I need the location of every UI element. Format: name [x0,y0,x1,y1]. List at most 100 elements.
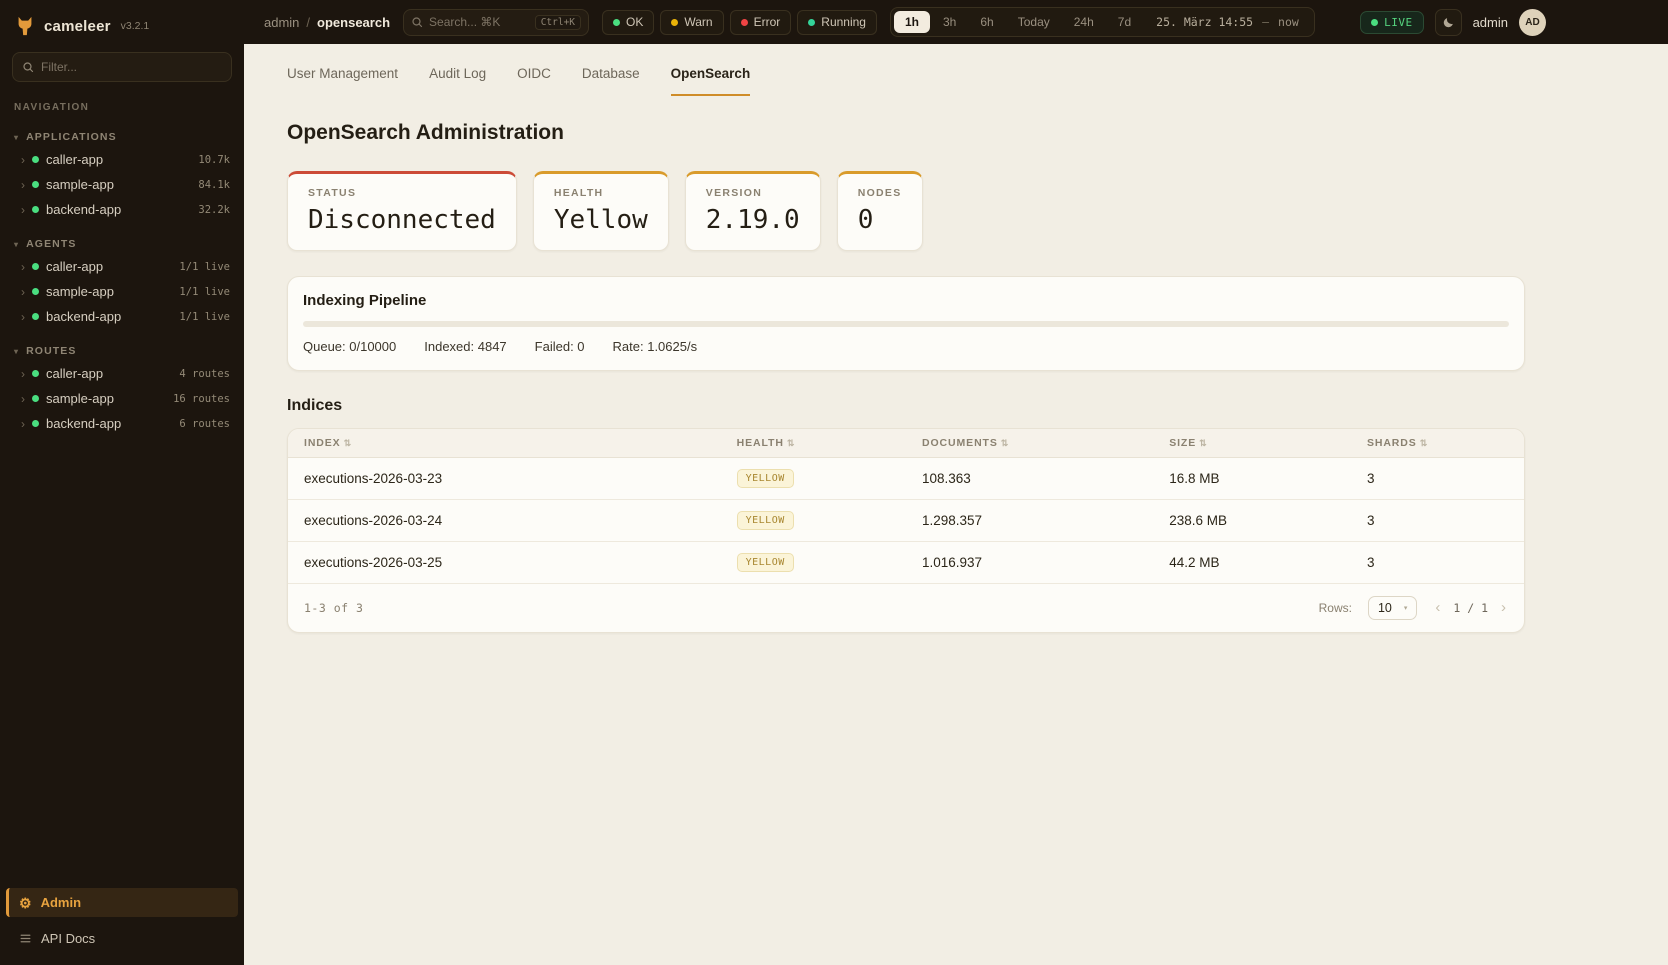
column-header-documents[interactable]: DOCUMENTS⇅ [906,429,1153,458]
item-label: backend-app [46,202,191,217]
gear-icon: ⚙ [19,896,32,910]
item-badge: 16 routes [173,393,230,405]
status-filter-error[interactable]: Error [730,10,792,35]
caret-down-icon: ▾ [14,347,19,356]
live-dot-icon [1371,19,1378,26]
app-version: v3.2.1 [121,20,150,32]
cell-size: 16.8 MB [1153,457,1351,499]
stat-value: Disconnected [308,206,496,235]
time-range-1h[interactable]: 1h [894,11,930,33]
group-header-agents[interactable]: ▾ AGENTS [0,234,244,254]
dark-mode-toggle[interactable] [1435,9,1462,36]
cell-shards: 3 [1351,457,1524,499]
status-filter-group: OK Warn Error Running [602,10,877,35]
breadcrumb-parent[interactable]: admin [264,15,299,30]
prev-page-button[interactable]: ‹ [1433,600,1442,615]
time-range-today[interactable]: Today [1007,11,1061,33]
tab-opensearch[interactable]: OpenSearch [671,66,751,96]
brand-name: cameleer [44,18,111,35]
column-header-shards[interactable]: SHARDS⇅ [1351,429,1524,458]
rows-per-page-select[interactable]: 10 ▾ [1368,596,1417,620]
health-badge: YELLOW [737,469,794,488]
chevron-right-icon: › [21,311,25,323]
table-footer: 1-3 of 3 Rows: 10 ▾ ‹ 1 / 1 › [288,583,1524,632]
time-end: now [1278,15,1299,29]
stat-cards: STATUS Disconnected HEALTH Yellow VERSIO… [287,171,1525,251]
avatar[interactable]: AD [1519,9,1546,36]
sidebar-item-admin[interactable]: ⚙ Admin [6,888,238,917]
live-toggle[interactable]: LIVE [1360,11,1424,34]
filter-input[interactable] [41,60,222,74]
admin-label: Admin [41,895,81,910]
time-range-display[interactable]: 25. März 14:55 — now [1144,15,1311,29]
pipeline-progress-bar [303,321,1509,327]
sort-icon: ⇅ [787,438,795,448]
status-filter-warn[interactable]: Warn [660,10,723,35]
column-header-size[interactable]: SIZE⇅ [1153,429,1351,458]
sidebar-item-route-caller[interactable]: › caller-app 4 routes [0,361,244,386]
table-row[interactable]: executions-2026-03-24 YELLOW 1.298.357 2… [288,499,1524,541]
time-range-24h[interactable]: 24h [1063,11,1105,33]
item-badge: 10.7k [198,154,230,166]
sidebar-item-api-docs[interactable]: API Docs [6,924,238,953]
table-row[interactable]: executions-2026-03-23 YELLOW 108.363 16.… [288,457,1524,499]
time-range-7d[interactable]: 7d [1107,11,1142,33]
indices-table: INDEX⇅ HEALTH⇅ DOCUMENTS⇅ SIZE⇅ SHARDS⇅ … [288,429,1524,583]
time-range-3h[interactable]: 3h [932,11,967,33]
global-search[interactable]: Ctrl+K [403,9,589,36]
breadcrumb: admin / opensearch [264,15,390,30]
cell-size: 44.2 MB [1153,541,1351,583]
indexing-pipeline-card: Indexing Pipeline Queue: 0/10000 Indexed… [287,276,1525,371]
cell-index: executions-2026-03-23 [288,457,721,499]
pipeline-stat-failed: Failed: 0 [535,339,585,354]
sidebar-item-app-backend[interactable]: › backend-app 32.2k [0,197,244,222]
stat-card-version: VERSION 2.19.0 [685,171,821,251]
sidebar-item-route-backend[interactable]: › backend-app 6 routes [0,411,244,436]
table-row[interactable]: executions-2026-03-25 YELLOW 1.016.937 4… [288,541,1524,583]
pipeline-stat-indexed: Indexed: 4847 [424,339,506,354]
pipeline-stat-queue: Queue: 0/10000 [303,339,396,354]
group-header-applications[interactable]: ▾ APPLICATIONS [0,127,244,147]
sidebar-item-app-sample[interactable]: › sample-app 84.1k [0,172,244,197]
tab-audit-log[interactable]: Audit Log [429,66,486,96]
health-badge: YELLOW [737,553,794,572]
stat-card-status: STATUS Disconnected [287,171,517,251]
time-start: 25. März 14:55 [1156,15,1253,29]
status-dot [32,420,39,427]
sidebar-item-agent-backend[interactable]: › backend-app 1/1 live [0,304,244,329]
column-header-health[interactable]: HEALTH⇅ [721,429,906,458]
search-input[interactable] [429,15,529,29]
group-header-routes[interactable]: ▾ ROUTES [0,341,244,361]
sort-icon: ⇅ [344,438,352,448]
app-logo[interactable]: cameleer v3.2.1 [0,0,244,50]
filter-label: Warn [684,15,712,29]
stat-card-health: HEALTH Yellow [533,171,669,251]
sidebar-item-agent-caller[interactable]: › caller-app 1/1 live [0,254,244,279]
tab-user-management[interactable]: User Management [287,66,398,96]
group-label: APPLICATIONS [26,131,117,143]
sidebar-group-applications: ▾ APPLICATIONS › caller-app 10.7k › samp… [0,127,244,222]
page-indicator: 1 / 1 [1453,601,1488,615]
status-filter-running[interactable]: Running [797,10,877,35]
filter-label: Running [821,15,866,29]
stat-value: Yellow [554,206,648,235]
sidebar-item-app-caller[interactable]: › caller-app 10.7k [0,147,244,172]
moon-icon [1442,16,1455,29]
group-label: ROUTES [26,345,76,357]
stat-card-nodes: NODES 0 [837,171,923,251]
item-badge: 6 routes [179,418,230,430]
column-header-index[interactable]: INDEX⇅ [288,429,721,458]
status-dot [32,313,39,320]
status-filter-ok[interactable]: OK [602,10,654,35]
tab-oidc[interactable]: OIDC [517,66,551,96]
chevron-right-icon: › [21,154,25,166]
status-dot [32,395,39,402]
sidebar-filter[interactable] [12,52,232,82]
error-dot-icon [741,19,748,26]
chevron-right-icon: › [21,393,25,405]
sidebar-item-route-sample[interactable]: › sample-app 16 routes [0,386,244,411]
sidebar-item-agent-sample[interactable]: › sample-app 1/1 live [0,279,244,304]
time-range-6h[interactable]: 6h [969,11,1004,33]
tab-database[interactable]: Database [582,66,640,96]
next-page-button[interactable]: › [1499,600,1508,615]
